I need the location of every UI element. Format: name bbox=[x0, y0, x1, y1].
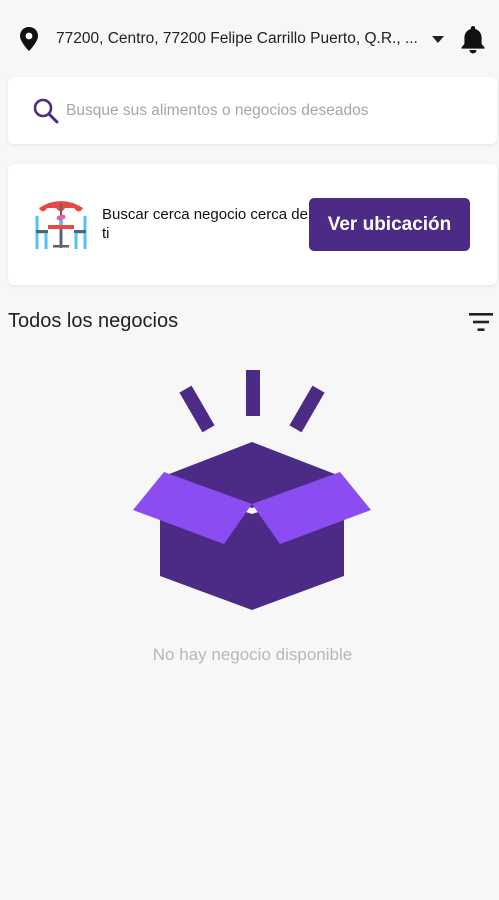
filter-icon[interactable] bbox=[469, 312, 493, 332]
search-bar[interactable] bbox=[8, 77, 497, 144]
search-input[interactable] bbox=[66, 97, 486, 125]
map-pin-icon[interactable] bbox=[18, 26, 40, 52]
open-box-icon bbox=[133, 370, 371, 610]
current-address[interactable]: 77200, Centro, 77200 Felipe Carrillo Pue… bbox=[56, 30, 420, 48]
caret-down-icon[interactable] bbox=[432, 36, 444, 43]
empty-state-message: No hay negocio disponible bbox=[152, 645, 353, 664]
nearby-promo-card: Buscar cerca negocio cerca de ti Ver ubi… bbox=[8, 164, 497, 285]
bell-icon[interactable] bbox=[459, 24, 487, 54]
section-title: Todos los negocios bbox=[8, 310, 179, 332]
top-bar: 77200, Centro, 77200 Felipe Carrillo Pue… bbox=[0, 0, 499, 76]
promo-text: Buscar cerca negocio cerca de ti bbox=[102, 206, 308, 242]
cafe-table-icon bbox=[35, 201, 87, 249]
search-icon[interactable] bbox=[32, 97, 60, 125]
view-location-button[interactable]: Ver ubicación bbox=[309, 198, 470, 251]
